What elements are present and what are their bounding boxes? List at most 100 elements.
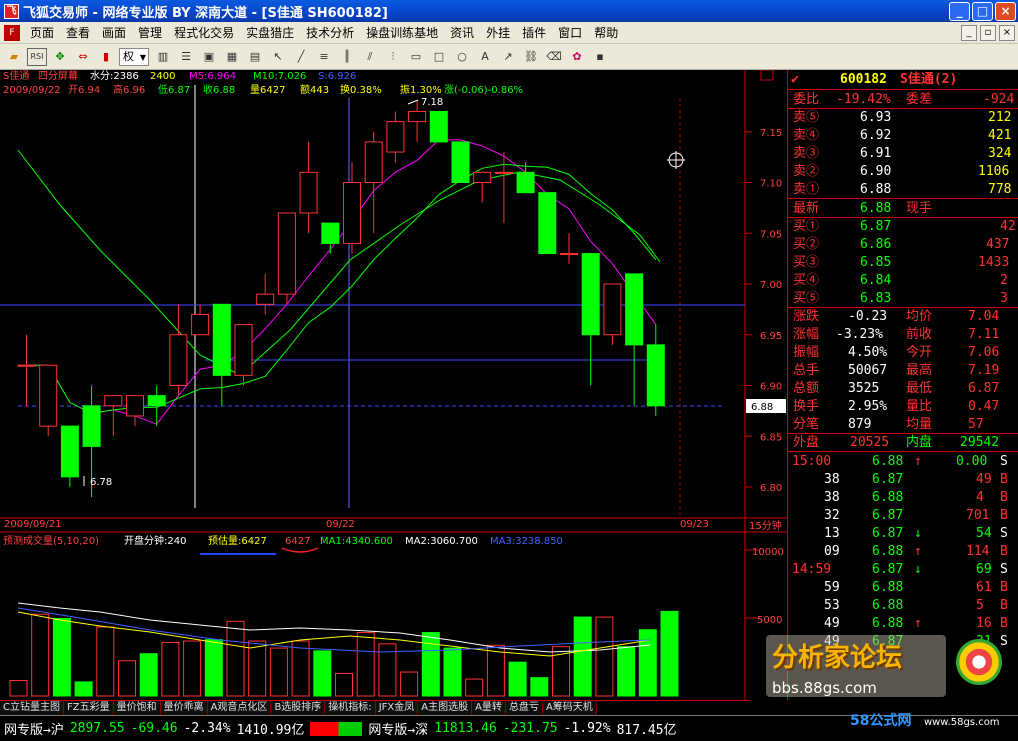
menu-item-analysis[interactable]: 技术分析 <box>300 24 360 41</box>
move-icon[interactable]: ✥ <box>50 48 70 66</box>
close-button[interactable]: × <box>995 1 1016 21</box>
ellipse-icon[interactable]: ○ <box>452 48 472 66</box>
zoom-arrows-icon[interactable]: ⇔ <box>73 48 93 66</box>
eraser-icon[interactable]: ⌫ <box>544 48 564 66</box>
rectangle-icon[interactable]: □ <box>429 48 449 66</box>
grid-icon[interactable]: ▦ <box>222 48 242 66</box>
indicator-tab[interactable]: B选股排序 <box>271 701 326 715</box>
screen-mode-label: 四分屏幕 <box>38 70 78 82</box>
volume-bar <box>508 661 527 697</box>
stat-row-cell: 均价 <box>906 309 933 324</box>
indicator-tab[interactable]: 总盘亏 <box>505 701 543 715</box>
tick-row: 32 6.87 701 B <box>788 507 1018 525</box>
list-icon[interactable]: ☰ <box>176 48 196 66</box>
tick-row-cell: 6.88 <box>872 580 904 595</box>
menu-item-program-trade[interactable]: 程式化交易 <box>168 24 240 41</box>
stat-row-cell: 最高 <box>906 363 933 378</box>
tick-row-cell: B <box>1000 544 1008 559</box>
menu-item-news[interactable]: 资讯 <box>444 24 480 41</box>
mdi-minimize-button[interactable]: _ <box>961 24 977 41</box>
stat-row-cell: 7.19 <box>968 363 1000 378</box>
ask-row-cell: 1106 <box>978 164 1010 179</box>
volume-bar <box>161 641 180 697</box>
bars-icon[interactable]: ▥ <box>153 48 173 66</box>
candle-body <box>191 313 210 336</box>
arrow-icon[interactable]: ↗ <box>498 48 518 66</box>
indicator-tab[interactable]: FZ五彩量 <box>63 701 114 715</box>
candle-icon[interactable]: ▮ <box>96 48 116 66</box>
fan-icon[interactable]: ⫶ <box>383 48 403 66</box>
indicator-tab[interactable]: 操机指标: <box>325 701 376 715</box>
stat-row: 换手 2.95% 量比 0.47 <box>788 398 1018 416</box>
menu-item-training[interactable]: 操盘训练基地 <box>360 24 444 41</box>
link-icon[interactable]: ⛓ <box>521 48 541 66</box>
vol-indicator-name: 预测成交量(5,10,20) <box>3 534 99 547</box>
indicator-tab[interactable]: 量价乖离 <box>160 701 208 715</box>
calendar-icon[interactable]: ▤ <box>245 48 265 66</box>
stat-row-cell: 3525 <box>848 381 880 396</box>
menu-item-screen[interactable]: 画面 <box>96 24 132 41</box>
line-tool-icon[interactable]: ╱ <box>291 48 311 66</box>
save-icon[interactable]: ▪ <box>590 48 610 66</box>
indicator-tab[interactable]: JFX金凤 <box>375 701 419 715</box>
indicator-tab[interactable]: A主图选股 <box>418 701 473 715</box>
tick-row-cell: ↓ <box>914 526 922 541</box>
sh-index-pct: -2.34% <box>183 721 231 736</box>
indicator-tab[interactable]: A量转 <box>472 701 506 715</box>
minimize-button[interactable]: _ <box>949 1 970 21</box>
stat-row-cell: 最低 <box>906 381 933 396</box>
mdi-restore-button[interactable]: ▫ <box>980 24 996 41</box>
stat-row-cell: 前收 <box>906 327 933 342</box>
menu-item-plugin-ext[interactable]: 外挂 <box>480 24 516 41</box>
indicator-tab[interactable]: C立钻量主图 <box>0 701 64 715</box>
indicator-tab[interactable]: 量价饱和 <box>113 701 161 715</box>
menu-item-manage[interactable]: 管理 <box>132 24 168 41</box>
mdi-close-button[interactable]: × <box>999 24 1015 41</box>
date-label-1: 2009/09/21 <box>4 519 62 530</box>
stat-row-cell: -0.23 <box>848 309 888 324</box>
tick-row-cell: B <box>1000 616 1008 631</box>
vline-tool-icon[interactable]: ║ <box>337 48 357 66</box>
indicator-tab[interactable]: A筹码天机 <box>542 701 597 715</box>
tick-row-cell: S <box>1000 454 1008 469</box>
sh-index-label[interactable]: 网专版→沪 <box>4 719 64 738</box>
hline-tool-icon[interactable]: ≡ <box>314 48 334 66</box>
tick-row: 14:59 6.87 ↓ 69 S <box>788 561 1018 579</box>
ask-row-cell: 卖④ <box>793 128 820 143</box>
tick-row-cell: ↑ <box>914 616 922 631</box>
palette-icon[interactable]: ✿ <box>567 48 587 66</box>
volume-bar <box>313 650 332 697</box>
menu-item-plugins[interactable]: 插件 <box>516 24 552 41</box>
parallel-icon[interactable]: ⫽ <box>360 48 380 66</box>
tick-row-cell: S <box>1000 562 1008 577</box>
menu-item-view[interactable]: 查看 <box>60 24 96 41</box>
sh-strength-bar <box>310 721 363 736</box>
menu-item-page[interactable]: 页面 <box>24 24 60 41</box>
ask-row-cell: 324 <box>988 146 1012 161</box>
stat-row-cell: 振幅 <box>793 345 820 360</box>
ask-row-cell: 卖⑤ <box>793 110 820 125</box>
menu-app-icon[interactable]: F <box>4 24 20 41</box>
tv-icon[interactable]: ▣ <box>199 48 219 66</box>
indicator-tab[interactable]: A观音点化区 <box>207 701 272 715</box>
volume-bar <box>573 616 592 697</box>
sz-index-label[interactable]: 网专版→深 <box>368 719 428 738</box>
ask-row-cell: 卖① <box>793 182 820 197</box>
stat-row-cell: 50067 <box>848 363 888 378</box>
candle-body <box>603 283 622 336</box>
text-tool-icon[interactable]: A <box>475 48 495 66</box>
menu-item-help[interactable]: 帮助 <box>588 24 624 41</box>
period-label[interactable]: 15分钟 <box>749 519 782 532</box>
tick-row-cell: B <box>1000 508 1008 523</box>
date-label-2: 09/22 <box>326 519 355 530</box>
pointer-icon[interactable]: ↖ <box>268 48 288 66</box>
stat-row-cell: 涨幅 <box>793 327 820 342</box>
ask-row-cell: 212 <box>988 110 1012 125</box>
maximize-button[interactable]: □ <box>972 1 993 21</box>
open-folder-icon[interactable]: ▰ <box>4 48 24 66</box>
menu-item-window[interactable]: 窗口 <box>552 24 588 41</box>
menu-item-hunt[interactable]: 实盘猎庄 <box>240 24 300 41</box>
rights-select[interactable]: 权 <box>119 47 149 66</box>
rsi-icon[interactable]: RSI <box>27 47 47 66</box>
channel-icon[interactable]: ▭ <box>406 48 426 66</box>
